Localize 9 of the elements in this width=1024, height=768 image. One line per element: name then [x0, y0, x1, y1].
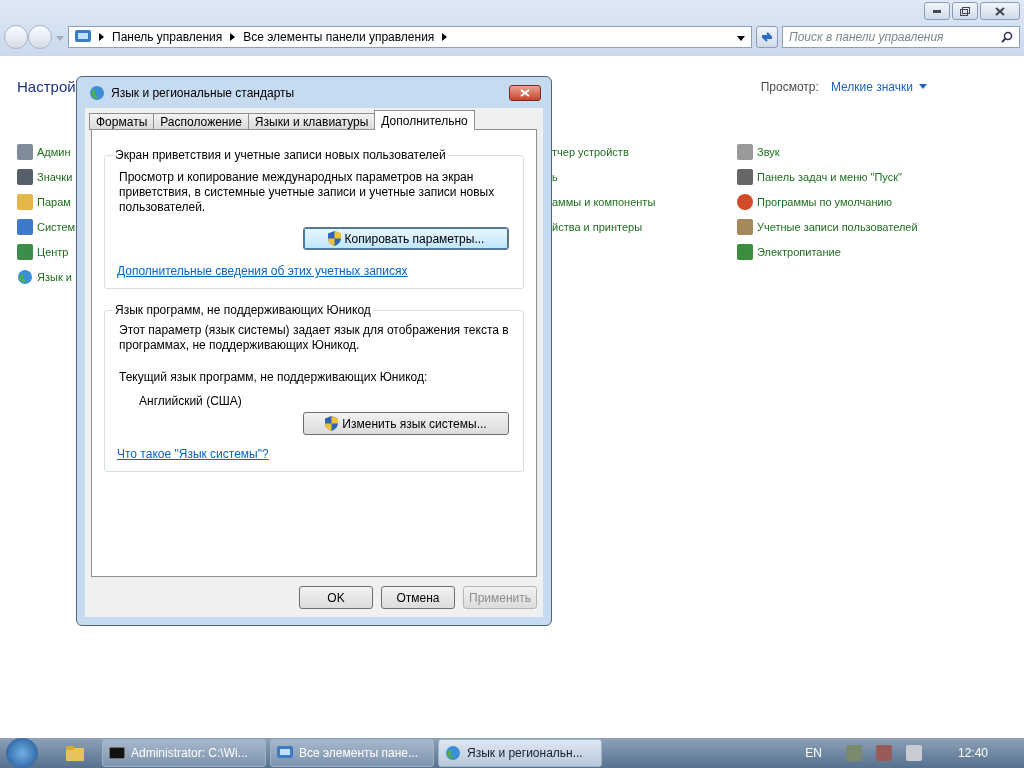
current-language-value: Английский (США) [138, 394, 243, 408]
description-text: Просмотр и копирование международных параметров на экран приветствия, в системные учетные записи и учетные записи новых пользователей. [119, 170, 496, 215]
group-title: Язык программ, не поддерживающих Юникод [114, 303, 372, 317]
description-text: Этот параметр (язык системы) задает язык для отображения текста в программах, не поддерживающих Юникод. [119, 323, 509, 353]
current-language-label: Текущий язык программ, не поддерживающих Юникод: [119, 370, 429, 385]
dialog-title: Язык и региональные стандарты [111, 85, 295, 100]
view-label: Просмотр: [760, 79, 819, 94]
page-title: Настрой [17, 78, 76, 95]
group-title: Экран приветствия и учетные записи новых пользователей [114, 148, 447, 162]
